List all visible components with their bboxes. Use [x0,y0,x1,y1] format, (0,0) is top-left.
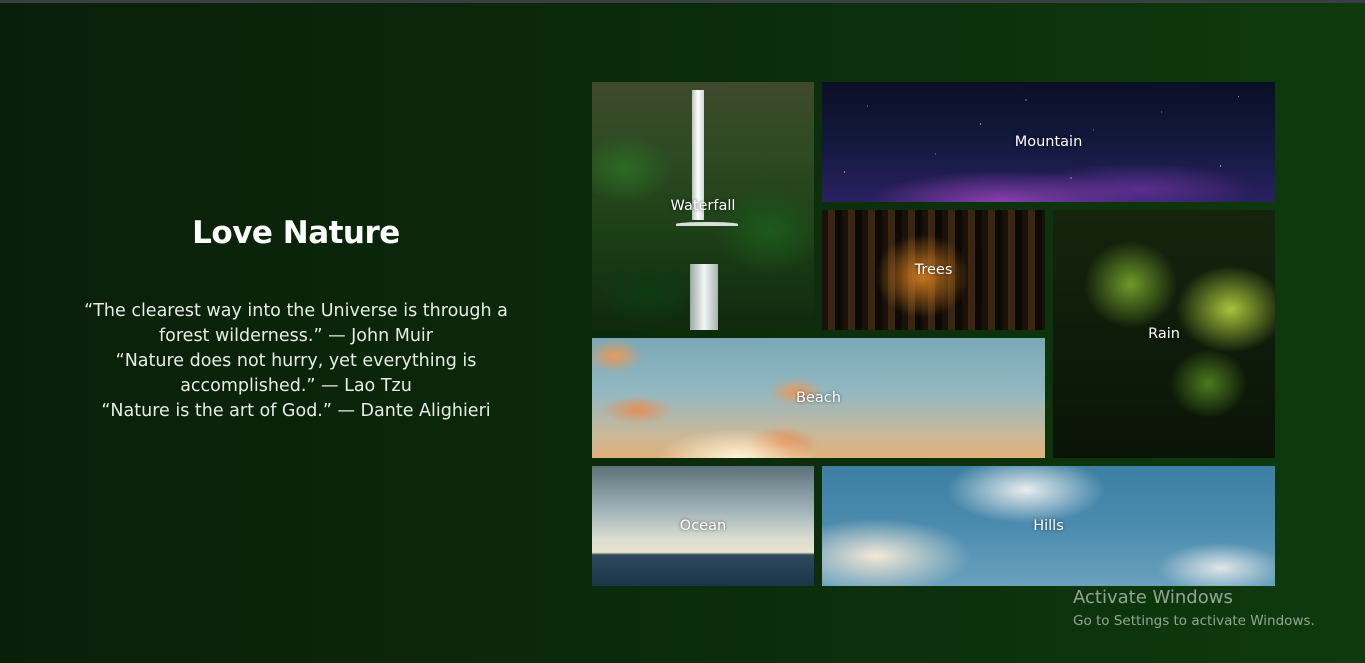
waterfall-lower-stream [690,264,718,330]
watermark-subtitle: Go to Settings to activate Windows. [1073,613,1315,629]
gallery-tile-mountain[interactable]: Mountain [822,82,1275,202]
tile-label-waterfall: Waterfall [670,198,736,214]
tile-label-mountain: Mountain [1014,134,1083,150]
gallery-tile-hills[interactable]: Hills [822,466,1275,586]
watermark-title: Activate Windows [1073,587,1233,608]
tile-label-trees: Trees [914,262,953,278]
quote-lao-tzu: “Nature does not hurry, yet everything i… [115,351,477,396]
tile-label-rain: Rain [1148,326,1180,342]
tile-label-ocean: Ocean [679,518,727,534]
waterfall-bridge [676,222,738,226]
tile-label-hills: Hills [1033,518,1064,534]
gallery-tile-ocean[interactable]: Ocean [592,466,814,586]
gallery-tile-beach[interactable]: Beach [592,338,1045,458]
page-title: Love Nature [192,215,400,251]
window-top-border [0,0,1365,3]
quotes-block: “The clearest way into the Universe is t… [80,299,512,424]
quote-dante: “Nature is the art of God.” — Dante Alig… [101,401,491,421]
intro-section: Love Nature “The clearest way into the U… [80,215,512,424]
activate-windows-watermark: Activate Windows Go to Settings to activ… [1073,587,1315,631]
quote-muir: “The clearest way into the Universe is t… [84,301,508,346]
gallery-tile-trees[interactable]: Trees [822,210,1045,330]
gallery-tile-rain[interactable]: Rain [1053,210,1275,458]
tile-label-beach: Beach [796,390,841,406]
gallery-tile-waterfall[interactable]: Waterfall [592,82,814,330]
